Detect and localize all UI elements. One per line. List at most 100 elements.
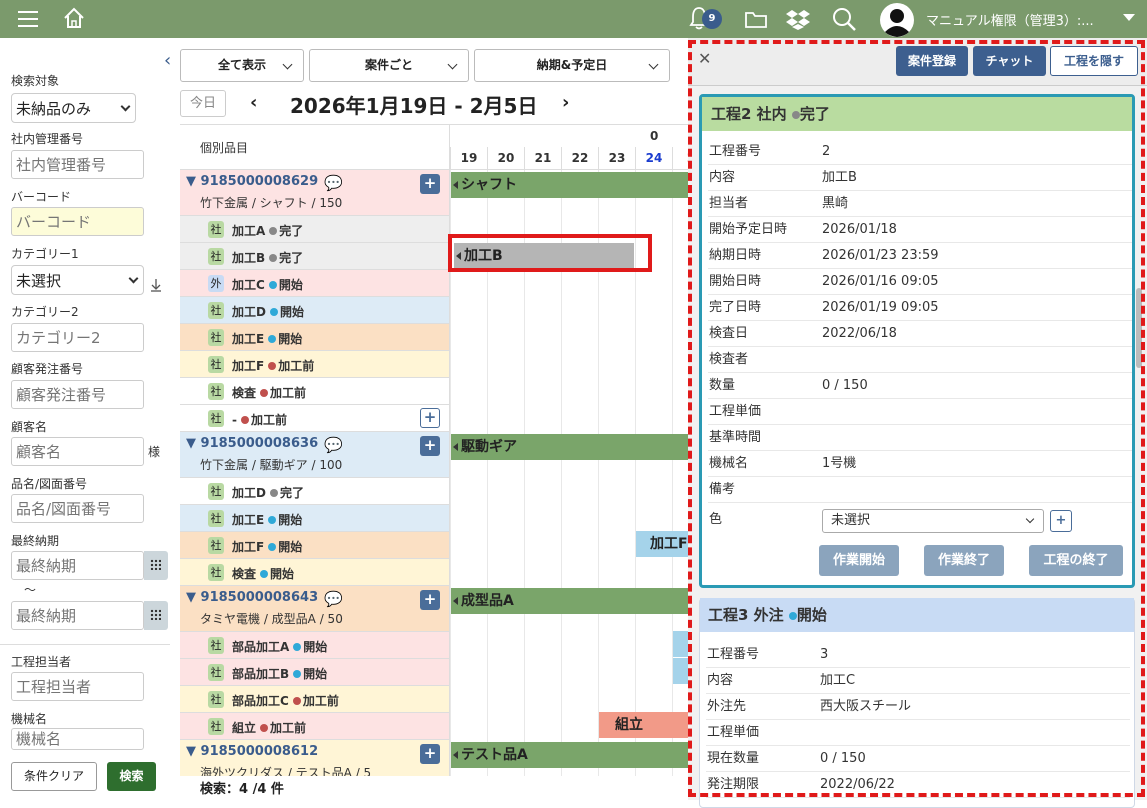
date-range-title: 2026年1月19日 - 2月5日 bbox=[290, 94, 538, 118]
day-3: 22 bbox=[561, 147, 598, 170]
day-1: 20 bbox=[487, 147, 524, 170]
add-process-button[interactable]: + bbox=[420, 436, 440, 456]
next-range-button[interactable]: › bbox=[562, 92, 569, 113]
user-name[interactable]: マニュアル権限（管理3）:... bbox=[926, 10, 1094, 29]
add-process-button[interactable]: + bbox=[420, 590, 440, 610]
status-dot-icon bbox=[292, 697, 301, 705]
range-tilde: ～ bbox=[24, 583, 37, 597]
process-row[interactable]: 社加工F 加工前 bbox=[180, 351, 450, 378]
by-due-select[interactable]: 納期&予定日 bbox=[474, 49, 670, 82]
status-dot-icon bbox=[268, 362, 277, 370]
mgmt-number-input[interactable] bbox=[11, 150, 144, 179]
chat-bubble-icon[interactable]: 💬 bbox=[324, 436, 343, 454]
clear-conditions-button[interactable]: 条件クリア bbox=[11, 762, 97, 791]
case-number[interactable]: ▼ 9185000008636 bbox=[186, 436, 318, 451]
process-bar-a[interactable] bbox=[673, 631, 688, 657]
case-bar[interactable]: シャフト bbox=[451, 172, 688, 198]
calendar-from-button[interactable] bbox=[144, 551, 168, 580]
case-row[interactable]: ▼ 9185000008629 竹下金属 / シャフト / 150 💬 + bbox=[180, 170, 450, 216]
process-bar-kakoF[interactable]: 加工F bbox=[636, 531, 688, 557]
home-icon[interactable] bbox=[62, 6, 86, 30]
prev-range-button[interactable]: ‹ bbox=[250, 92, 257, 113]
case-summary: 竹下金属 / 駆動ギア / 100 bbox=[200, 458, 343, 472]
process-row[interactable]: 外加工C 開始 bbox=[180, 270, 450, 297]
process-type-badge: 社 bbox=[208, 248, 224, 265]
status-dot-icon bbox=[268, 543, 277, 551]
calendar-to-button[interactable] bbox=[144, 601, 168, 630]
category2-input[interactable] bbox=[11, 323, 144, 352]
process-row[interactable]: 社部品加工B 開始 bbox=[180, 659, 450, 686]
case-number[interactable]: ▼ 9185000008612 bbox=[186, 744, 318, 759]
add-process-button[interactable]: + bbox=[420, 408, 440, 428]
customer-input[interactable] bbox=[11, 437, 144, 466]
show-all-select[interactable]: 全て表示 bbox=[180, 49, 304, 82]
case-row[interactable]: ▼ 9185000008636 竹下金属 / 駆動ギア / 100 💬 + bbox=[180, 432, 450, 478]
sort-down-icon[interactable] bbox=[150, 278, 162, 292]
process-row[interactable]: 社部品加工C 加工前 bbox=[180, 686, 450, 713]
case-number[interactable]: ▼ 9185000008643 bbox=[186, 590, 318, 605]
process-name: - bbox=[232, 413, 237, 427]
worker-input[interactable] bbox=[11, 672, 144, 701]
process-type-badge: 社 bbox=[208, 637, 224, 654]
case-bar[interactable]: テスト品A bbox=[451, 742, 688, 768]
machine-input[interactable] bbox=[11, 728, 144, 750]
process-row[interactable]: 社部品加工A 開始 bbox=[180, 632, 450, 659]
collapse-sidebar-icon[interactable]: ‹ bbox=[164, 50, 171, 71]
process-status: 開始 bbox=[270, 567, 295, 581]
chat-bubble-icon[interactable]: 💬 bbox=[324, 174, 343, 192]
process-type-badge: 社 bbox=[208, 510, 224, 527]
status-dot-icon bbox=[268, 281, 277, 289]
process-type-badge: 社 bbox=[208, 664, 224, 681]
status-dot-icon bbox=[260, 570, 269, 578]
menu-icon[interactable] bbox=[18, 10, 38, 28]
process-row[interactable]: 社加工D 完了 bbox=[180, 478, 450, 505]
case-row[interactable]: ▼ 9185000008612 海外ツクリダス / テスト品A / 5 + bbox=[180, 740, 450, 776]
process-type-badge: 社 bbox=[208, 537, 224, 554]
folder-icon[interactable] bbox=[744, 9, 768, 29]
dropbox-icon[interactable] bbox=[786, 8, 810, 30]
process-row[interactable]: 社加工E 開始 bbox=[180, 324, 450, 351]
process-row[interactable]: 社組立 加工前 bbox=[180, 713, 450, 740]
target-select[interactable]: 未納品のみ bbox=[11, 93, 136, 123]
case-bar[interactable]: 成型品A bbox=[451, 588, 688, 614]
today-button[interactable]: 今日 bbox=[180, 90, 226, 117]
process-name: 加工E bbox=[232, 332, 265, 346]
process-row[interactable]: 社検査 加工前 bbox=[180, 378, 450, 405]
add-process-button[interactable]: + bbox=[420, 174, 440, 194]
status-dot-icon bbox=[268, 516, 277, 524]
category1-select[interactable]: 未選択 bbox=[11, 265, 144, 295]
process-row[interactable]: 社加工F 開始 bbox=[180, 532, 450, 559]
case-bar[interactable]: 駆動ギア bbox=[451, 434, 688, 460]
case-row[interactable]: ▼ 9185000008643 タミヤ電機 / 成型品A / 50 💬 + bbox=[180, 586, 450, 632]
calendar-icon bbox=[150, 559, 161, 570]
process-bar-kumitate[interactable]: 組立 bbox=[599, 712, 688, 738]
chevron-down-icon bbox=[128, 273, 139, 284]
process-row[interactable]: 社 - 加工前 + bbox=[180, 405, 450, 432]
process-bar-b[interactable] bbox=[673, 658, 688, 684]
barcode-input[interactable] bbox=[11, 207, 144, 236]
day-5: 24 bbox=[635, 147, 672, 170]
process-row[interactable]: 社加工D 開始 bbox=[180, 297, 450, 324]
avatar[interactable] bbox=[879, 2, 915, 38]
process-row[interactable]: 社検査 開始 bbox=[180, 559, 450, 586]
user-menu-caret-icon[interactable] bbox=[1123, 14, 1135, 21]
case-number[interactable]: ▼ 9185000008629 bbox=[186, 174, 318, 189]
process-status: 開始 bbox=[278, 332, 303, 346]
search-button[interactable]: 検索 bbox=[107, 762, 156, 791]
calendar-icon bbox=[150, 609, 161, 620]
bar-arrow-icon bbox=[453, 751, 458, 759]
process-row[interactable]: 社加工A 完了 bbox=[180, 216, 450, 243]
process-row[interactable]: 社加工E 開始 bbox=[180, 505, 450, 532]
item-column-header: 個別品目 bbox=[200, 141, 249, 155]
due-to-input[interactable] bbox=[11, 601, 144, 630]
chat-bubble-icon[interactable]: 💬 bbox=[324, 590, 343, 608]
order-number-input[interactable] bbox=[11, 380, 144, 409]
process-row[interactable]: 社加工B 完了 bbox=[180, 243, 450, 270]
add-process-button[interactable]: + bbox=[420, 744, 440, 764]
by-case-select[interactable]: 案件ごと bbox=[309, 49, 469, 82]
month-marker: 0 bbox=[650, 129, 659, 143]
process-type-badge: 社 bbox=[208, 410, 224, 427]
search-icon[interactable] bbox=[832, 7, 856, 31]
due-from-input[interactable] bbox=[11, 551, 144, 580]
item-input[interactable] bbox=[11, 494, 144, 523]
